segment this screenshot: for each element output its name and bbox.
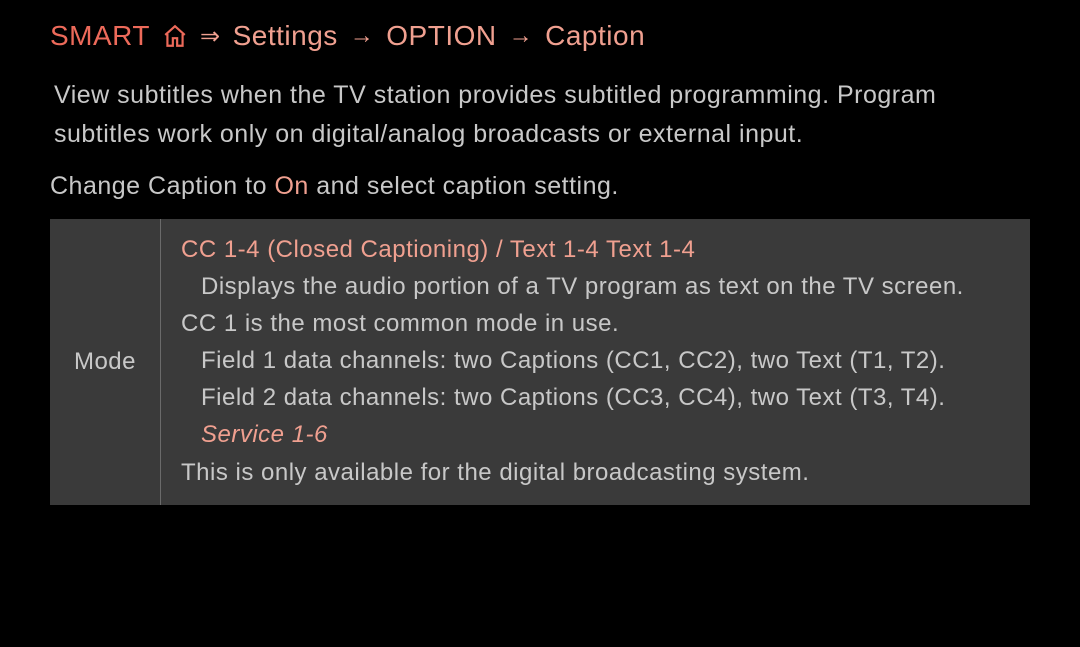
- breadcrumb-settings: Settings: [233, 20, 338, 52]
- instruction-on: On: [274, 172, 308, 200]
- mode-table: Mode CC 1-4 (Closed Captioning) / Text 1…: [50, 219, 1030, 505]
- service-heading: Service 1-6: [181, 416, 1010, 453]
- cc-line4: Field 2 data channels: two Captions (CC3…: [181, 379, 1010, 416]
- intro-text: View subtitles when the TV station provi…: [54, 76, 1030, 154]
- instruction-prefix: Change Caption to: [50, 172, 274, 200]
- cc-line1: Displays the audio portion of a TV progr…: [181, 268, 1010, 305]
- instruction-suffix: and select caption setting.: [309, 172, 619, 200]
- mode-label: Mode: [50, 219, 161, 505]
- breadcrumb-caption: Caption: [545, 20, 645, 52]
- mode-body: CC 1-4 (Closed Captioning) / Text 1-4 Te…: [161, 219, 1030, 505]
- cc-line2: CC 1 is the most common mode in use.: [181, 305, 1010, 342]
- service-note: This is only available for the digital b…: [181, 454, 1010, 491]
- breadcrumb-smart: SMART: [50, 20, 150, 52]
- breadcrumb: SMART ⇒ Settings → OPTION → Caption: [50, 20, 1030, 52]
- breadcrumb-option: OPTION: [386, 20, 496, 52]
- instruction-text: Change Caption to On and select caption …: [50, 172, 1030, 201]
- cc-line3: Field 1 data channels: two Captions (CC1…: [181, 342, 1010, 379]
- arrow-icon: →: [509, 22, 534, 50]
- arrow-icon: →: [350, 22, 375, 50]
- cc-heading: CC 1-4 (Closed Captioning) / Text 1-4 Te…: [181, 236, 695, 263]
- home-icon: [162, 23, 188, 49]
- arrow-double-icon: ⇒: [200, 22, 221, 51]
